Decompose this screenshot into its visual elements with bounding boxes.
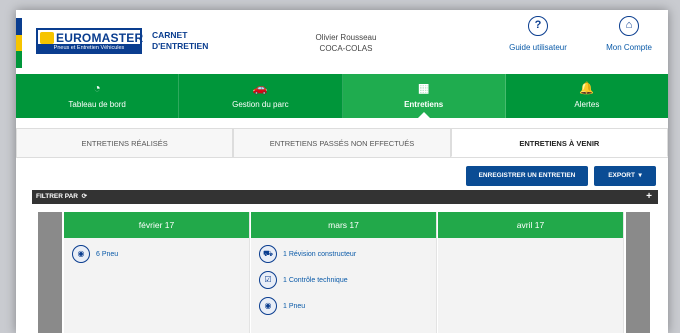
tab-missed[interactable]: ENTRETIENS PASSÉS NON EFFECTUÉS bbox=[233, 128, 451, 157]
question-icon: ? bbox=[528, 16, 548, 36]
maintenance-tabs: ENTRETIENS RÉALISÉS ENTRETIENS PASSÉS NO… bbox=[16, 128, 668, 158]
car-icon: 🚗 bbox=[252, 81, 268, 95]
inspection-icon: ☑ bbox=[259, 271, 277, 289]
export-button[interactable]: EXPORT ▾ bbox=[594, 166, 656, 186]
header: EUROMASTER Pneus et Entretien Véhicules … bbox=[16, 10, 668, 74]
user-info: Olivier Rousseau COCA-COLAS bbox=[276, 32, 416, 54]
filter-bar[interactable]: FILTRER PAR ⟳ + bbox=[32, 190, 658, 204]
euromaster-logo[interactable]: EUROMASTER Pneus et Entretien Véhicules bbox=[36, 28, 143, 54]
tire-icon: ◉ bbox=[72, 245, 90, 263]
car-service-icon: ⛟ bbox=[259, 245, 277, 263]
product-title: CARNET D'ENTRETIEN bbox=[152, 30, 209, 51]
month-column: avril 17 bbox=[438, 212, 624, 333]
event-item[interactable]: ☑ 1 Contrôle technique bbox=[259, 270, 436, 290]
brand-color-bar bbox=[16, 18, 22, 68]
guide-button[interactable]: ? Guide utilisateur bbox=[496, 16, 580, 52]
caret-down-icon: ▾ bbox=[636, 172, 642, 179]
app-window: EUROMASTER Pneus et Entretien Véhicules … bbox=[16, 10, 668, 333]
main-nav: ◔ Tableau de bord 🚗 Gestion du parc ▦ En… bbox=[16, 74, 668, 119]
nav-item-maintenance[interactable]: ▦ Entretiens bbox=[342, 74, 506, 119]
event-item[interactable]: ◉ 1 Pneu bbox=[259, 296, 436, 316]
refresh-icon[interactable]: ⟳ bbox=[80, 193, 87, 200]
event-item[interactable]: ⛟ 1 Révision constructeur bbox=[259, 244, 436, 264]
calendar-prev-rail[interactable] bbox=[38, 212, 62, 333]
nav-item-dashboard[interactable]: ◔ Tableau de bord bbox=[16, 74, 180, 118]
calendar-icon: ▦ bbox=[417, 81, 430, 95]
calendar-next-rail[interactable] bbox=[626, 212, 650, 333]
dashboard-icon: ◔ bbox=[93, 81, 101, 95]
month-header: avril 17 bbox=[438, 212, 623, 238]
user-company: COCA-COLAS bbox=[319, 44, 373, 53]
calendar: février 17 ◉ 6 Pneu mars 17 ⛟ 1 Révision… bbox=[38, 212, 650, 333]
bell-icon: 🔔 bbox=[579, 81, 595, 95]
user-name: Olivier Rousseau bbox=[315, 33, 377, 42]
nav-item-alerts[interactable]: 🔔 Alertes bbox=[506, 74, 668, 118]
month-header: mars 17 bbox=[251, 212, 436, 238]
logo-mark-icon bbox=[40, 32, 54, 44]
tire-icon: ◉ bbox=[259, 297, 277, 315]
plus-icon[interactable]: + bbox=[646, 190, 652, 204]
register-maintenance-button[interactable]: ENREGISTRER UN ENTRETIEN bbox=[466, 166, 588, 186]
month-header: février 17 bbox=[64, 212, 249, 238]
event-item[interactable]: ◉ 6 Pneu bbox=[72, 244, 249, 264]
account-button[interactable]: ⌂ Mon Compte bbox=[594, 16, 664, 52]
tab-completed[interactable]: ENTRETIENS RÉALISÉS bbox=[16, 128, 234, 157]
tab-upcoming[interactable]: ENTRETIENS À VENIR bbox=[450, 128, 668, 157]
account-icon: ⌂ bbox=[619, 16, 639, 36]
nav-item-fleet[interactable]: 🚗 Gestion du parc bbox=[179, 74, 343, 118]
month-column: mars 17 ⛟ 1 Révision constructeur ☑ 1 Co… bbox=[251, 212, 437, 333]
month-column: février 17 ◉ 6 Pneu bbox=[64, 212, 250, 333]
